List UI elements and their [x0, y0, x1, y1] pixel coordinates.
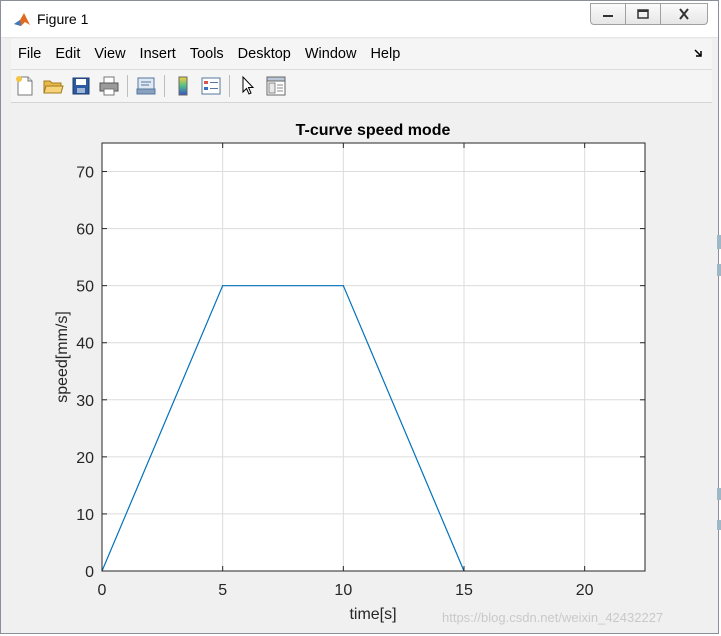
open-file-button[interactable] — [39, 73, 67, 99]
y-tick-label: 20 — [76, 450, 94, 467]
minimize-icon — [603, 15, 613, 17]
y-tick-label: 40 — [76, 336, 94, 353]
restore-icon — [637, 9, 649, 19]
property-inspector-icon — [266, 76, 286, 96]
data-point — [222, 285, 224, 287]
menu-file[interactable]: File — [11, 39, 48, 69]
menu-desktop[interactable]: Desktop — [231, 39, 298, 69]
link-plot-button[interactable] — [132, 73, 160, 99]
print-icon — [99, 76, 119, 96]
menu-window[interactable]: Window — [298, 39, 364, 69]
x-axis-label: time[s] — [349, 606, 396, 623]
menu-view[interactable]: View — [87, 39, 132, 69]
y-tick-label: 0 — [85, 564, 94, 581]
open-file-icon — [43, 80, 64, 94]
link-plot-icon — [136, 77, 156, 95]
print-button[interactable] — [95, 73, 123, 99]
matlab-logo-icon — [13, 11, 31, 29]
x-tick-label: 15 — [455, 582, 473, 599]
figure-toolbar — [11, 70, 712, 103]
watermark-text: https://blog.csdn.net/weixin_42432227 — [442, 610, 664, 625]
window-edge-decoration — [717, 488, 721, 500]
title-bar[interactable]: Figure 1 — [1, 1, 718, 38]
y-tick-label: 70 — [76, 165, 94, 182]
new-figure-icon — [16, 76, 33, 96]
x-tick-label: 20 — [576, 582, 594, 599]
insert-colorbar-button[interactable] — [169, 73, 197, 99]
save-icon — [72, 77, 90, 95]
new-figure-button[interactable] — [11, 73, 39, 99]
line-chart[interactable]: 0 5 10 15 20 0 10 20 30 40 50 60 70 T-curve speed mo… — [11, 103, 712, 625]
x-tick-label: 5 — [218, 582, 227, 599]
y-tick-label: 50 — [76, 279, 94, 296]
edit-plot-icon — [242, 75, 255, 95]
y-tick-label: 30 — [76, 393, 94, 410]
figure-canvas: 0 5 10 15 20 0 10 20 30 40 50 60 70 T-curve speed mo… — [11, 103, 712, 625]
maximize-button[interactable] — [625, 3, 661, 25]
toolbar-separator — [229, 75, 230, 97]
edit-plot-button[interactable] — [234, 73, 262, 99]
y-tick-label: 60 — [76, 222, 94, 239]
minimize-button[interactable] — [590, 3, 626, 25]
menu-insert[interactable]: Insert — [133, 39, 183, 69]
toolbar-separator — [127, 75, 128, 97]
window-controls — [590, 3, 708, 25]
window-edge-decoration — [717, 235, 721, 249]
insert-colorbar-icon — [178, 76, 188, 96]
chart-title: T-curve speed mode — [296, 122, 451, 139]
x-tick-label: 10 — [334, 582, 352, 599]
menu-bar: File Edit View Insert Tools Desktop Wind… — [11, 39, 712, 70]
data-point — [342, 285, 344, 287]
close-button[interactable] — [660, 3, 708, 25]
property-inspector-button[interactable] — [262, 73, 290, 99]
toolbar-separator — [164, 75, 165, 97]
insert-legend-icon — [201, 77, 221, 95]
window-title: Figure 1 — [37, 11, 89, 27]
y-axis-label: speed[mm/s] — [54, 311, 71, 403]
x-tick-label: 0 — [98, 582, 107, 599]
window-edge-decoration — [717, 520, 721, 530]
window-edge-decoration — [717, 264, 721, 276]
menu-help[interactable]: Help — [363, 39, 407, 69]
dock-arrow-icon[interactable] — [694, 48, 704, 58]
save-button[interactable] — [67, 73, 95, 99]
close-icon — [679, 8, 689, 20]
figure-window: Figure 1 File Edit View Insert Tools Des… — [0, 0, 719, 634]
insert-legend-button[interactable] — [197, 73, 225, 99]
menu-edit[interactable]: Edit — [48, 39, 87, 69]
y-tick-label: 10 — [76, 507, 94, 524]
menu-tools[interactable]: Tools — [183, 39, 231, 69]
